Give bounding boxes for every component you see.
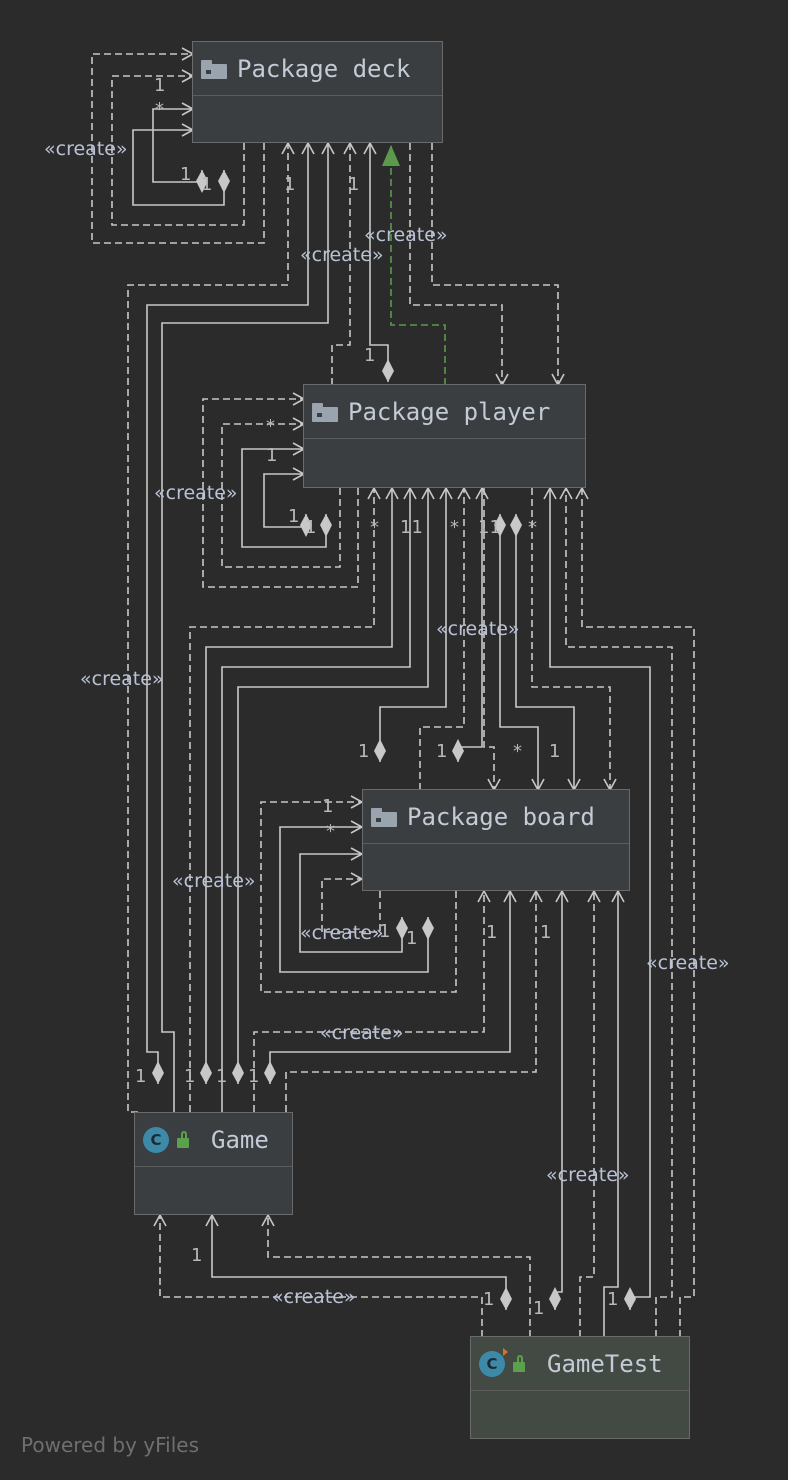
gametest-player-create-edge-2 (575, 486, 695, 1337)
gametest-board-composition-edge (549, 889, 569, 1310)
folder-icon (201, 59, 227, 79)
package-player-header: Package player (304, 385, 585, 439)
gametest-player-composition-edge (543, 486, 651, 1310)
deck-player-create-edge-2 (409, 143, 509, 387)
class-gametest-header: C GameTest (471, 1337, 689, 1391)
mult-label: * (326, 821, 335, 842)
mult-label: 1 (180, 164, 191, 185)
gametest-game-create-edge-2 (261, 1213, 531, 1337)
gametest-board-create-edge (579, 889, 601, 1337)
game-player-create-edge (189, 486, 381, 1112)
mult-label: 1 (486, 922, 497, 943)
create-label: «create» (646, 952, 730, 974)
mult-label: 1 (607, 1289, 618, 1310)
mult-label: 1 (549, 741, 560, 762)
create-label: «create» (300, 922, 384, 944)
mult-label: * (450, 517, 459, 538)
mult-label: 1 (288, 506, 299, 527)
mult-label: 1 (201, 174, 212, 195)
create-label: «create» (80, 668, 164, 690)
mult-label: * (528, 517, 537, 538)
class-gametest-label: GameTest (547, 1349, 663, 1378)
create-label: «create» (320, 1022, 404, 1044)
create-label: «create» (272, 1286, 356, 1308)
class-game-node[interactable]: C Game (134, 1112, 293, 1215)
folder-icon (312, 402, 338, 422)
powered-by-footer: Powered by yFiles (21, 1433, 199, 1457)
mult-label: 1 (266, 445, 277, 466)
mult-label: * (513, 741, 522, 762)
package-player-node[interactable]: Package player (303, 384, 586, 488)
mult-label: 1 (406, 928, 417, 949)
package-board-header: Package board (363, 790, 629, 844)
mult-label: 1 (358, 741, 369, 762)
mult-label: 1 (191, 1245, 202, 1266)
test-class-icon: C (479, 1347, 508, 1377)
mult-label: * (266, 416, 275, 437)
gametest-game-composition-edge (205, 1213, 512, 1310)
mult-label: 1 (216, 1066, 227, 1087)
mult-label: * (155, 99, 164, 120)
folder-icon (371, 807, 397, 827)
gametest-board-edge (603, 889, 625, 1337)
create-label: «create» (154, 482, 238, 504)
create-label: «create» (546, 1164, 630, 1186)
mult-label: 1 (184, 1066, 195, 1087)
class-icon: C (143, 1126, 169, 1153)
mult-label: 1 (305, 517, 316, 538)
game-board-composition-edge (264, 889, 517, 1084)
mult-label: 1 (154, 75, 165, 96)
mult-label: 1 (284, 174, 295, 195)
game-player-edge-3 (232, 486, 435, 1084)
diagram-canvas: 1 * 1 1 1 1 1 * 1 1 1 * 11 * 11 * 1 1 * … (0, 0, 788, 1480)
player-deck-inheritance-edge (382, 145, 446, 385)
create-label: «create» (172, 870, 256, 892)
player-self-edge-1 (263, 467, 312, 537)
package-board-node[interactable]: Package board (362, 789, 630, 891)
mult-label: 11 (400, 517, 423, 538)
mult-label: 1 (533, 1298, 544, 1319)
package-board-label: Package board (407, 802, 595, 831)
create-label: «create» (364, 224, 448, 246)
create-label: «create» (300, 244, 384, 266)
mult-label: 11 (478, 517, 501, 538)
class-game-label: Game (211, 1125, 269, 1154)
mult-label: 1 (348, 174, 359, 195)
player-board-create-edge-2 (531, 488, 617, 792)
package-deck-node[interactable]: Package deck (192, 41, 443, 143)
create-label: «create» (436, 618, 520, 640)
mult-label: 1 (322, 796, 333, 817)
mult-label: * (370, 517, 379, 538)
mult-label: 1 (248, 1066, 259, 1087)
mult-label: 1 (364, 345, 375, 366)
game-deck-create-edge (127, 141, 295, 1113)
package-deck-label: Package deck (237, 54, 411, 83)
public-lock-icon (177, 1130, 189, 1148)
diagram-edges: 1 * 1 1 1 1 1 * 1 1 1 * 11 * 11 * 1 1 * … (44, 47, 730, 1337)
game-player-composition-edge (200, 486, 399, 1084)
mult-label: 1 (436, 741, 447, 762)
mult-label: 1 (540, 922, 551, 943)
mult-label: 1 (483, 1289, 494, 1310)
mult-label: 1 (135, 1066, 146, 1087)
package-player-label: Package player (348, 397, 551, 426)
create-label: «create» (44, 138, 128, 160)
game-deck-composition-edge (146, 141, 315, 1084)
class-game-header: C Game (135, 1113, 292, 1167)
package-deck-header: Package deck (193, 42, 442, 96)
deck-player-create-edge-1 (431, 143, 565, 387)
public-lock-icon (513, 1354, 525, 1372)
class-gametest-node[interactable]: C GameTest (470, 1336, 690, 1439)
gametest-game-create-edge (153, 1213, 483, 1337)
